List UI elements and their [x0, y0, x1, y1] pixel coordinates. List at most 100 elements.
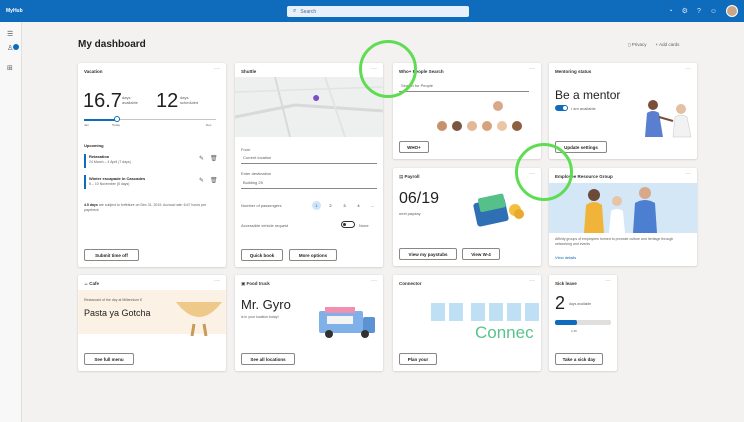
sick-days-label: days available: [569, 302, 592, 306]
passenger-option[interactable]: 4: [354, 201, 363, 210]
wallet-illustration: [473, 193, 524, 227]
add-cards-link[interactable]: + Add cards: [656, 42, 680, 48]
person-avatar[interactable]: [437, 121, 447, 131]
notification-dot-icon: [13, 44, 19, 50]
passenger-option[interactable]: 1: [312, 201, 321, 210]
card-title: Mentoring status: [555, 69, 592, 74]
from-field[interactable]: Current location: [241, 155, 377, 164]
availability-toggle[interactable]: [555, 105, 568, 111]
who-plus-button[interactable]: WHO+: [399, 141, 429, 153]
see-full-menu-button[interactable]: See full menu: [84, 353, 134, 365]
passengers-label: Number of passengers: [241, 203, 282, 208]
more-icon[interactable]: ···: [371, 278, 377, 284]
top-bar: MyHub ⌕ Search ◔ ⚙ ? ☺: [0, 0, 744, 22]
search-icon: ⌕: [293, 8, 297, 14]
view-w4-button[interactable]: View W-4: [462, 248, 500, 260]
edit-icon[interactable]: ✎: [199, 177, 204, 184]
map-pin-icon: ●: [312, 89, 321, 105]
card-title: ▤ Payroll: [399, 174, 420, 180]
upcoming-marker: [84, 175, 86, 189]
more-icon[interactable]: ···: [685, 66, 691, 72]
more-icon[interactable]: ···: [529, 278, 535, 284]
page-title: My dashboard: [78, 39, 146, 50]
edit-icon[interactable]: ✎: [199, 155, 204, 162]
settings-icon[interactable]: ⚙: [682, 7, 688, 15]
payday-date: 06/19: [399, 190, 440, 207]
feedback-icon[interactable]: ☺: [710, 8, 717, 15]
more-icon[interactable]: ···: [685, 171, 691, 177]
more-icon[interactable]: ···: [605, 278, 611, 284]
destination-label: Enter destination: [241, 171, 272, 176]
food-truck-card: ▣ Food truck ··· Mr. Gyro is in your loc…: [235, 275, 383, 371]
highlight-circle: [359, 40, 417, 98]
privacy-link[interactable]: ▯ Privacy: [628, 42, 647, 48]
grid-icon[interactable]: ⊞: [7, 64, 13, 72]
view-paystubs-button[interactable]: View my paystubs: [399, 248, 457, 260]
people-search-input[interactable]: Search for People: [399, 83, 529, 92]
delete-icon[interactable]: 🗑: [210, 177, 218, 184]
app-frame: MyHub ⌕ Search ◔ ⚙ ? ☺ ☰ ♙ ⊞ My dashboar…: [0, 0, 744, 422]
shuttle-map[interactable]: ●: [235, 76, 383, 138]
app-name[interactable]: MyHub: [6, 8, 23, 14]
submit-time-off-button[interactable]: Submit time off: [84, 249, 139, 261]
food-truck-subtitle: is in your location today!: [241, 315, 279, 319]
alert-icon[interactable]: ◔: [668, 8, 672, 15]
more-icon[interactable]: ···: [214, 278, 220, 284]
person-avatar[interactable]: [467, 121, 477, 131]
upcoming-name: Winter escapade in Cascades: [89, 176, 146, 181]
person-avatar[interactable]: [512, 121, 522, 131]
upcoming-label: Upcoming: [84, 143, 104, 148]
person-avatar[interactable]: [493, 101, 503, 111]
map-roads: [235, 76, 383, 138]
vacation-slider-fill: [84, 119, 117, 121]
more-icon[interactable]: ···: [529, 66, 535, 72]
card-title: Connector: [399, 281, 422, 286]
cafe-dish: Pasta ya Gotcha: [84, 308, 151, 318]
shuttle-card: Shuttle ··· ● From Current location Ente…: [235, 63, 383, 267]
avatar[interactable]: [726, 5, 738, 17]
sick-leave-card: Sick leave ··· 2 days available 2.46 Tak…: [549, 275, 617, 371]
more-options-button[interactable]: More options: [289, 249, 337, 261]
forfeit-days: 4.5 days: [84, 203, 98, 207]
days-available-label: days available: [122, 95, 138, 105]
sick-days-value: 2: [555, 293, 566, 313]
connector-seats: [431, 303, 539, 321]
destination-field[interactable]: Building 25: [241, 180, 377, 189]
cafe-title: Cafe: [89, 281, 100, 286]
forfeit-note: 4.5 days are subject to forfeiture on De…: [84, 203, 214, 213]
mentor-illustration: [645, 100, 692, 138]
search-box[interactable]: ⌕ Search: [287, 6, 469, 17]
erg-illustration: [549, 183, 697, 233]
menu-icon[interactable]: ☰: [7, 30, 13, 38]
food-truck-illustration: [319, 307, 375, 338]
more-icon[interactable]: ···: [214, 66, 220, 72]
erg-description: Affinity groups of employees formed to p…: [555, 237, 674, 246]
food-truck-title: Food truck: [246, 281, 270, 286]
quick-book-button[interactable]: Quick book: [241, 249, 283, 261]
vacation-slider-thumb[interactable]: [114, 116, 120, 122]
delete-icon[interactable]: 🗑: [210, 155, 218, 162]
sick-leave-progress-fill: [555, 320, 578, 325]
search-placeholder: Search: [300, 8, 317, 15]
plan-your-button[interactable]: Plan your: [399, 353, 437, 365]
sick-leave-progress: [555, 320, 611, 325]
days-scheduled-label: days scheduled: [180, 95, 199, 105]
connector-graphic-text: Connec: [475, 323, 534, 342]
passenger-option[interactable]: 3: [340, 201, 349, 210]
erg-card: Employee Resource Group ··· Affinity gro…: [549, 168, 697, 266]
upcoming-name: Relaxation: [89, 154, 110, 159]
food-truck-name: Mr. Gyro: [241, 297, 291, 312]
mentoring-card: Mentoring status ··· Be a mentor I am av…: [549, 63, 697, 159]
person-avatar[interactable]: [497, 121, 507, 131]
upcoming-dates: 5 – 10 November (5 days): [89, 182, 130, 186]
erg-view-details-link[interactable]: View details: [555, 255, 576, 260]
person-avatar[interactable]: [452, 121, 462, 131]
take-sick-day-button[interactable]: Take a sick day: [555, 353, 603, 365]
passenger-option[interactable]: 2: [326, 201, 335, 210]
accessible-toggle[interactable]: [341, 221, 355, 228]
see-all-locations-button[interactable]: See all locations: [241, 353, 295, 365]
passenger-option[interactable]: ...: [368, 201, 377, 210]
help-icon[interactable]: ?: [697, 8, 701, 15]
person-avatar[interactable]: [482, 121, 492, 131]
top-icons: ◔ ⚙ ? ☺: [668, 5, 738, 17]
